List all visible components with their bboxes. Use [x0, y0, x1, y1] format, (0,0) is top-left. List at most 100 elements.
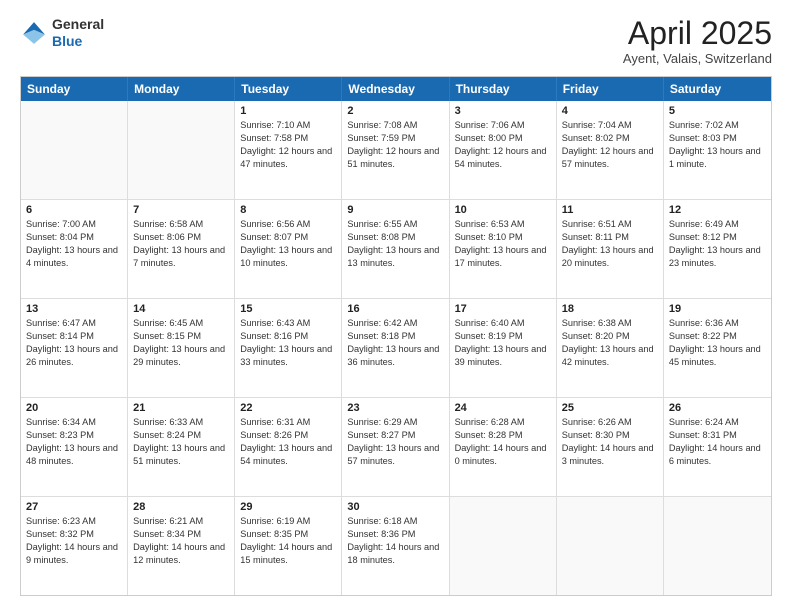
day-number: 2	[347, 105, 443, 117]
day-cell-12: 12Sunrise: 6:49 AMSunset: 8:12 PMDayligh…	[664, 200, 771, 298]
daylight-text: Daylight: 14 hours and 18 minutes.	[347, 541, 443, 567]
header-day-thursday: Thursday	[450, 77, 557, 101]
sunset-text: Sunset: 8:03 PM	[669, 132, 766, 145]
day-cell-9: 9Sunrise: 6:55 AMSunset: 8:08 PMDaylight…	[342, 200, 449, 298]
sunset-text: Sunset: 8:31 PM	[669, 429, 766, 442]
daylight-text: Daylight: 13 hours and 39 minutes.	[455, 343, 551, 369]
sunrise-text: Sunrise: 7:10 AM	[240, 119, 336, 132]
day-number: 24	[455, 402, 551, 414]
sunrise-text: Sunrise: 6:49 AM	[669, 218, 766, 231]
title-block: April 2025 Ayent, Valais, Switzerland	[623, 16, 772, 66]
calendar: SundayMondayTuesdayWednesdayThursdayFrid…	[20, 76, 772, 596]
day-number: 9	[347, 204, 443, 216]
week-row-2: 13Sunrise: 6:47 AMSunset: 8:14 PMDayligh…	[21, 299, 771, 398]
empty-cell	[450, 497, 557, 595]
month-title: April 2025	[623, 16, 772, 51]
sunrise-text: Sunrise: 6:34 AM	[26, 416, 122, 429]
day-cell-20: 20Sunrise: 6:34 AMSunset: 8:23 PMDayligh…	[21, 398, 128, 496]
day-cell-5: 5Sunrise: 7:02 AMSunset: 8:03 PMDaylight…	[664, 101, 771, 199]
calendar-body: 1Sunrise: 7:10 AMSunset: 7:58 PMDaylight…	[21, 101, 771, 595]
daylight-text: Daylight: 12 hours and 54 minutes.	[455, 145, 551, 171]
day-cell-25: 25Sunrise: 6:26 AMSunset: 8:30 PMDayligh…	[557, 398, 664, 496]
sunset-text: Sunset: 8:34 PM	[133, 528, 229, 541]
day-number: 27	[26, 501, 122, 513]
day-cell-4: 4Sunrise: 7:04 AMSunset: 8:02 PMDaylight…	[557, 101, 664, 199]
sunrise-text: Sunrise: 6:21 AM	[133, 515, 229, 528]
day-number: 21	[133, 402, 229, 414]
daylight-text: Daylight: 12 hours and 47 minutes.	[240, 145, 336, 171]
day-cell-7: 7Sunrise: 6:58 AMSunset: 8:06 PMDaylight…	[128, 200, 235, 298]
sunrise-text: Sunrise: 6:24 AM	[669, 416, 766, 429]
sunset-text: Sunset: 8:04 PM	[26, 231, 122, 244]
sunset-text: Sunset: 8:27 PM	[347, 429, 443, 442]
day-number: 11	[562, 204, 658, 216]
sunset-text: Sunset: 8:20 PM	[562, 330, 658, 343]
day-cell-17: 17Sunrise: 6:40 AMSunset: 8:19 PMDayligh…	[450, 299, 557, 397]
sunrise-text: Sunrise: 6:42 AM	[347, 317, 443, 330]
daylight-text: Daylight: 14 hours and 3 minutes.	[562, 442, 658, 468]
day-cell-14: 14Sunrise: 6:45 AMSunset: 8:15 PMDayligh…	[128, 299, 235, 397]
daylight-text: Daylight: 13 hours and 1 minute.	[669, 145, 766, 171]
day-cell-28: 28Sunrise: 6:21 AMSunset: 8:34 PMDayligh…	[128, 497, 235, 595]
logo-text: General Blue	[52, 16, 104, 50]
sunset-text: Sunset: 8:12 PM	[669, 231, 766, 244]
day-cell-16: 16Sunrise: 6:42 AMSunset: 8:18 PMDayligh…	[342, 299, 449, 397]
empty-cell	[21, 101, 128, 199]
sunset-text: Sunset: 8:22 PM	[669, 330, 766, 343]
daylight-text: Daylight: 13 hours and 4 minutes.	[26, 244, 122, 270]
day-number: 7	[133, 204, 229, 216]
day-cell-2: 2 Sunrise: 7:08 AMSunset: 7:59 PMDaylight…	[342, 101, 449, 199]
daylight-text: Daylight: 14 hours and 0 minutes.	[455, 442, 551, 468]
sunset-text: Sunset: 8:15 PM	[133, 330, 229, 343]
header-day-wednesday: Wednesday	[342, 77, 449, 101]
daylight-text: Daylight: 14 hours and 6 minutes.	[669, 442, 766, 468]
day-cell-1: 1Sunrise: 7:10 AMSunset: 7:58 PMDaylight…	[235, 101, 342, 199]
sunset-text: Sunset: 7:59 PM	[347, 132, 443, 145]
day-cell-30: 30Sunrise: 6:18 AMSunset: 8:36 PMDayligh…	[342, 497, 449, 595]
sunrise-text: Sunrise: 6:19 AM	[240, 515, 336, 528]
sunset-text: Sunset: 8:14 PM	[26, 330, 122, 343]
week-row-1: 6Sunrise: 7:00 AMSunset: 8:04 PMDaylight…	[21, 200, 771, 299]
day-number: 18	[562, 303, 658, 315]
daylight-text: Daylight: 12 hours and 51 minutes.	[347, 145, 443, 171]
day-number: 12	[669, 204, 766, 216]
daylight-text: Daylight: 13 hours and 48 minutes.	[26, 442, 122, 468]
logo: General Blue	[20, 16, 104, 50]
week-row-0: 1Sunrise: 7:10 AMSunset: 7:58 PMDaylight…	[21, 101, 771, 200]
day-cell-29: 29Sunrise: 6:19 AMSunset: 8:35 PMDayligh…	[235, 497, 342, 595]
day-number: 1	[240, 105, 336, 117]
daylight-text: Daylight: 13 hours and 51 minutes.	[133, 442, 229, 468]
sunset-text: Sunset: 8:00 PM	[455, 132, 551, 145]
header-day-friday: Friday	[557, 77, 664, 101]
sunset-text: Sunset: 8:30 PM	[562, 429, 658, 442]
day-cell-27: 27Sunrise: 6:23 AMSunset: 8:32 PMDayligh…	[21, 497, 128, 595]
day-cell-8: 8Sunrise: 6:56 AMSunset: 8:07 PMDaylight…	[235, 200, 342, 298]
sunrise-text: Sunrise: 7:08 AM	[347, 119, 443, 132]
sunrise-text: Sunrise: 6:51 AM	[562, 218, 658, 231]
day-number: 13	[26, 303, 122, 315]
daylight-text: Daylight: 14 hours and 12 minutes.	[133, 541, 229, 567]
sunset-text: Sunset: 8:26 PM	[240, 429, 336, 442]
header-day-tuesday: Tuesday	[235, 77, 342, 101]
day-number: 23	[347, 402, 443, 414]
daylight-text: Daylight: 13 hours and 36 minutes.	[347, 343, 443, 369]
sunset-text: Sunset: 8:06 PM	[133, 231, 229, 244]
sunrise-text: Sunrise: 7:00 AM	[26, 218, 122, 231]
sunrise-text: Sunrise: 6:45 AM	[133, 317, 229, 330]
calendar-header: SundayMondayTuesdayWednesdayThursdayFrid…	[21, 77, 771, 101]
sunrise-text: Sunrise: 6:56 AM	[240, 218, 336, 231]
daylight-text: Daylight: 13 hours and 13 minutes.	[347, 244, 443, 270]
day-number: 3	[455, 105, 551, 117]
sunset-text: Sunset: 8:35 PM	[240, 528, 336, 541]
day-number: 16	[347, 303, 443, 315]
day-cell-18: 18Sunrise: 6:38 AMSunset: 8:20 PMDayligh…	[557, 299, 664, 397]
page: General Blue April 2025 Ayent, Valais, S…	[0, 0, 792, 612]
day-number: 14	[133, 303, 229, 315]
location: Ayent, Valais, Switzerland	[623, 51, 772, 66]
day-cell-13: 13Sunrise: 6:47 AMSunset: 8:14 PMDayligh…	[21, 299, 128, 397]
day-cell-21: 21Sunrise: 6:33 AMSunset: 8:24 PMDayligh…	[128, 398, 235, 496]
day-number: 10	[455, 204, 551, 216]
week-row-3: 20Sunrise: 6:34 AMSunset: 8:23 PMDayligh…	[21, 398, 771, 497]
sunset-text: Sunset: 8:19 PM	[455, 330, 551, 343]
daylight-text: Daylight: 13 hours and 42 minutes.	[562, 343, 658, 369]
